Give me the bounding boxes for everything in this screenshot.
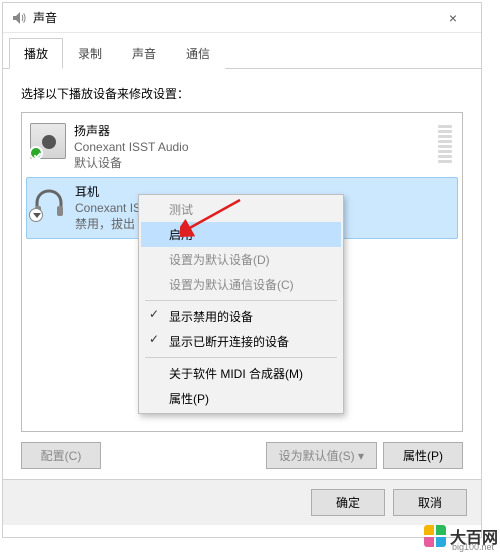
device-status: 默认设备	[74, 155, 189, 171]
dialog-button-bar: 确定 取消	[3, 479, 481, 525]
tab-playback[interactable]: 播放	[9, 38, 63, 69]
context-menu: 测试 启用 设置为默认设备(D) 设置为默认通信设备(C) 显示禁用的设备 显示…	[138, 194, 344, 414]
device-item-speakers[interactable]: 扬声器 Conexant ISST Audio 默认设备	[26, 117, 458, 177]
tab-recording[interactable]: 录制	[63, 38, 117, 69]
menu-properties[interactable]: 属性(P)	[141, 386, 341, 411]
menu-separator	[145, 357, 337, 358]
menu-show-disconnected[interactable]: 显示已断开连接的设备	[141, 329, 341, 354]
instruction-text: 选择以下播放设备来修改设置：	[21, 85, 463, 102]
device-name: 耳机	[75, 184, 141, 200]
tab-strip: 播放 录制 声音 通信	[3, 33, 481, 69]
bottom-button-row: 配置(C) 设为默认值(S) ▾ 属性(P)	[21, 442, 463, 469]
menu-set-default[interactable]: 设置为默认设备(D)	[141, 247, 341, 272]
ok-button[interactable]: 确定	[311, 489, 385, 516]
headphone-icon	[31, 184, 67, 220]
device-name: 扬声器	[74, 123, 189, 139]
set-default-button[interactable]: 设为默认值(S) ▾	[266, 442, 377, 469]
menu-test[interactable]: 测试	[141, 197, 341, 222]
menu-separator	[145, 300, 337, 301]
default-check-badge	[29, 146, 43, 160]
menu-enable[interactable]: 启用	[141, 222, 341, 247]
disabled-badge	[29, 208, 43, 222]
cancel-button[interactable]: 取消	[393, 489, 467, 516]
watermark-url: big100.net	[452, 542, 494, 552]
tab-communication[interactable]: 通信	[171, 38, 225, 69]
window-title: 声音	[33, 9, 433, 26]
sound-icon	[11, 10, 27, 26]
properties-button[interactable]: 属性(P)	[383, 442, 463, 469]
menu-about-midi[interactable]: 关于软件 MIDI 合成器(M)	[141, 361, 341, 386]
device-subtitle: Conexant IS	[75, 200, 141, 216]
menu-set-comm-default[interactable]: 设置为默认通信设备(C)	[141, 272, 341, 297]
speaker-icon	[30, 123, 66, 159]
device-text: 扬声器 Conexant ISST Audio 默认设备	[74, 123, 189, 171]
menu-show-disabled[interactable]: 显示禁用的设备	[141, 304, 341, 329]
tab-sound[interactable]: 声音	[117, 38, 171, 69]
watermark-logo-icon	[424, 525, 446, 547]
device-subtitle: Conexant ISST Audio	[74, 139, 189, 155]
close-button[interactable]: ×	[433, 4, 473, 32]
title-bar[interactable]: 声音 ×	[3, 3, 481, 33]
device-text: 耳机 Conexant IS 禁用，拔出	[75, 184, 141, 232]
watermark: 大百网 big100.net	[424, 524, 498, 548]
level-meter	[436, 123, 454, 165]
configure-button[interactable]: 配置(C)	[21, 442, 101, 469]
device-status: 禁用，拔出	[75, 216, 141, 232]
